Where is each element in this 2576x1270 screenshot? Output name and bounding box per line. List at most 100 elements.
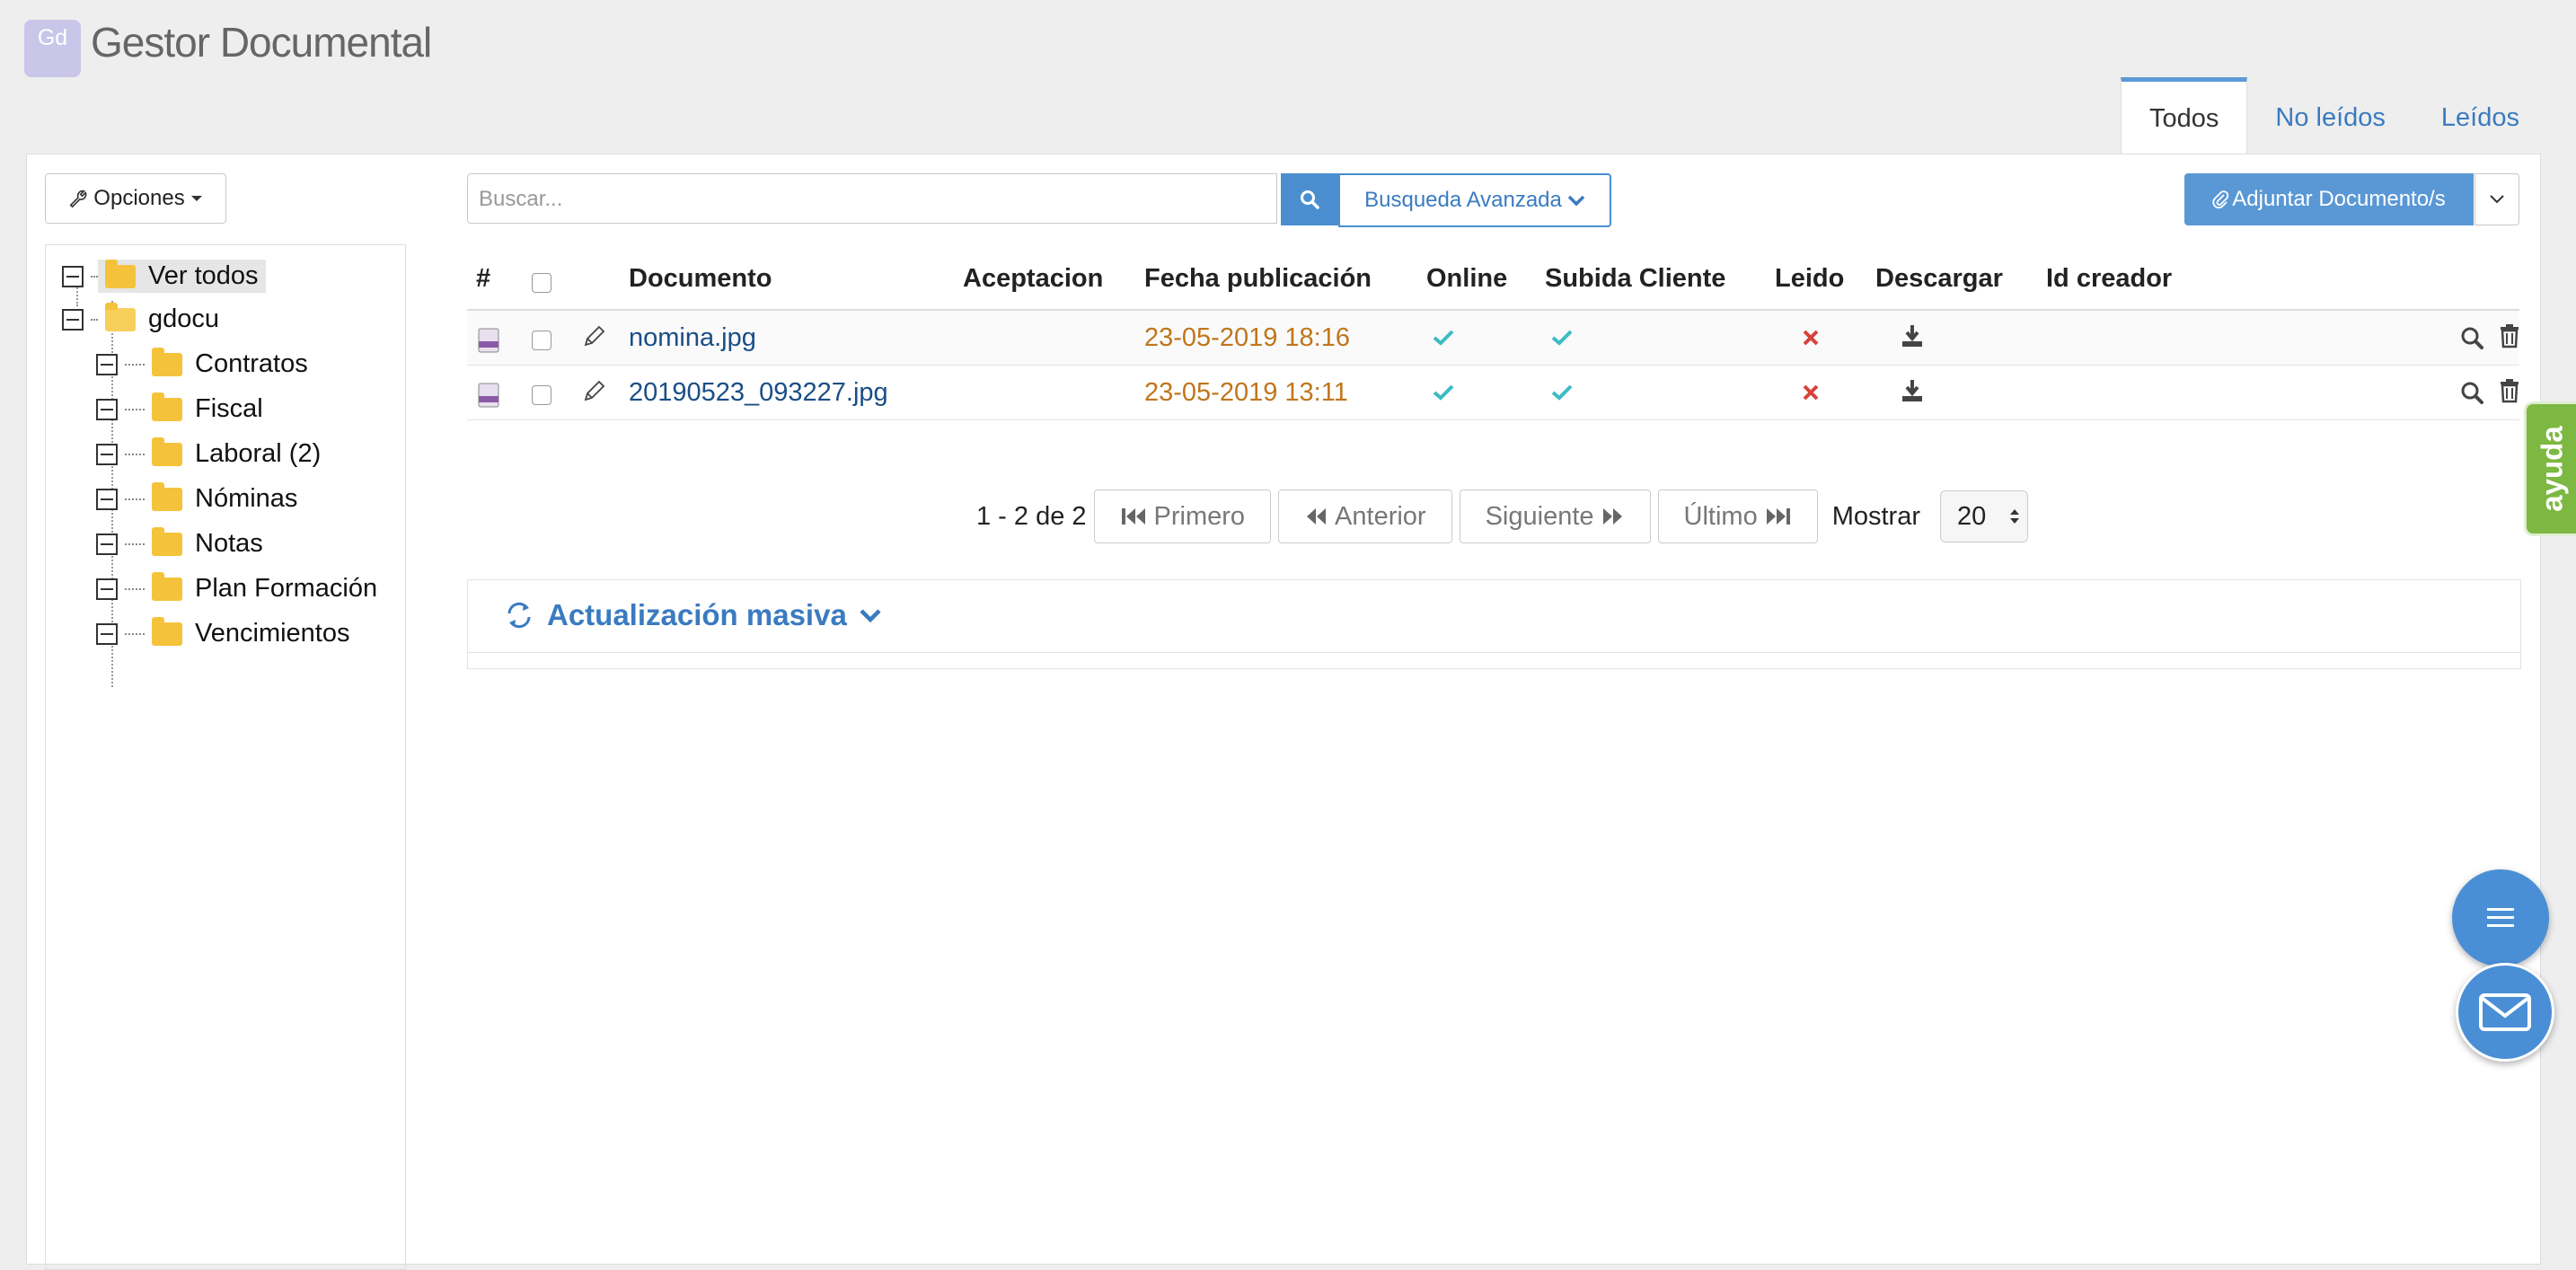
tree-dots [125, 632, 145, 635]
message-fab[interactable] [2456, 963, 2554, 1062]
tree-label: Notas [195, 529, 263, 558]
tab-leidos[interactable]: Leídos [2413, 77, 2547, 154]
edit-pencil-icon[interactable] [580, 378, 607, 405]
tree-item-nominas[interactable]: Nóminas [96, 481, 298, 514]
tree-item-vencimientos[interactable]: Vencimientos [96, 616, 350, 648]
tree-item-laboral[interactable]: Laboral (2) [96, 437, 321, 469]
attach-label: Adjuntar Documento/s [2232, 187, 2446, 211]
options-label: Opciones [93, 186, 185, 210]
advanced-search-button[interactable]: Busqueda Avanzada [1338, 173, 1611, 227]
image-file-icon [478, 328, 499, 353]
check-icon [1433, 384, 1454, 401]
search-icon[interactable] [2459, 325, 2484, 350]
image-file-icon [478, 383, 499, 408]
options-button[interactable]: Opciones [45, 173, 226, 224]
header-leido[interactable]: Leido [1775, 264, 1844, 294]
bulk-update-panel: Actualización masiva [467, 579, 2521, 669]
collapse-icon[interactable] [96, 353, 118, 375]
tree-item-fiscal[interactable]: Fiscal [96, 392, 263, 424]
table-row: 20190523_093227.jpg 23-05-2019 13:11 [467, 366, 2519, 420]
folder-icon [152, 571, 182, 601]
search-button[interactable] [1281, 173, 1338, 225]
help-tab-label: ayuda [2536, 426, 2569, 512]
cross-icon [1803, 384, 1819, 401]
backward-icon [1307, 508, 1327, 525]
header-fecha[interactable]: Fecha publicación [1144, 264, 1372, 294]
collapse-icon[interactable] [96, 443, 118, 465]
edit-pencil-icon[interactable] [580, 323, 607, 350]
header-online[interactable]: Online [1426, 264, 1507, 294]
attach-dropdown-button[interactable] [2475, 173, 2519, 225]
tree-item-notas[interactable]: Notas [96, 526, 263, 559]
bulk-update-toggle[interactable]: Actualización masiva [504, 598, 881, 632]
tabs: Todos No leídos Leídos [2121, 77, 2547, 154]
header-documento[interactable]: Documento [629, 264, 772, 294]
table-header: # Documento Aceptacion Fecha publicación… [467, 253, 2519, 311]
bulk-update-label: Actualización masiva [547, 598, 847, 631]
attach-documents-button[interactable]: Adjuntar Documento/s [2184, 173, 2474, 225]
collapse-icon[interactable] [62, 308, 84, 331]
download-icon[interactable] [1901, 323, 1924, 348]
next-page-label: Siguiente [1485, 501, 1594, 531]
header-descargar: Descargar [1875, 264, 2003, 293]
menu-fab[interactable] [2452, 869, 2549, 966]
tree-label: Contratos [195, 349, 308, 378]
header-aceptacion[interactable]: Aceptacion [963, 264, 1103, 294]
search-input[interactable]: Buscar... [467, 173, 1277, 224]
next-page-button[interactable]: Siguiente [1459, 489, 1651, 543]
paperclip-icon [2212, 190, 2229, 209]
select-all-checkbox[interactable] [532, 273, 551, 293]
document-link[interactable]: nomina.jpg [629, 323, 756, 353]
tree-item-contratos[interactable]: Contratos [96, 347, 308, 379]
search-icon[interactable] [2459, 380, 2484, 405]
previous-page-button[interactable]: Anterior [1278, 489, 1452, 543]
collapse-icon[interactable] [96, 398, 118, 420]
collapse-icon[interactable] [62, 265, 84, 287]
trash-icon[interactable] [2499, 323, 2520, 348]
collapse-icon[interactable] [96, 533, 118, 555]
collapse-icon[interactable] [96, 488, 118, 510]
tree-dots [125, 542, 145, 545]
publication-date: 23-05-2019 13:11 [1144, 378, 1348, 407]
refresh-icon [507, 602, 531, 629]
tree-dots [125, 453, 145, 455]
header-subida-cliente[interactable]: Subida Cliente [1545, 264, 1725, 294]
app-logo: Gd [24, 20, 81, 77]
advanced-search-label: Busqueda Avanzada [1364, 188, 1562, 212]
tree-item-plan-formacion[interactable]: Plan Formación [96, 571, 378, 604]
first-page-label: Primero [1153, 501, 1246, 531]
tree-item-selected: Ver todos [98, 259, 266, 293]
tree-item-gdocu[interactable]: gdocu [62, 302, 220, 334]
trash-icon[interactable] [2499, 378, 2520, 403]
cross-icon [1803, 330, 1819, 346]
folder-icon [152, 526, 182, 556]
row-checkbox[interactable] [532, 331, 551, 350]
first-page-button[interactable]: Primero [1093, 489, 1272, 543]
help-tab[interactable]: ayuda [2524, 401, 2576, 536]
tree-label: Nóminas [195, 484, 298, 513]
page-size-label: Mostrar [1831, 501, 1920, 531]
folder-icon [152, 616, 182, 646]
tree-item-ver-todos[interactable]: Ver todos [62, 259, 266, 293]
tab-todos[interactable]: Todos [2121, 77, 2248, 154]
page-size-value: 20 [1957, 501, 1987, 531]
download-icon[interactable] [1901, 378, 1924, 403]
page-size-select[interactable]: 20 [1940, 490, 2028, 542]
divider [468, 652, 2520, 653]
collapse-icon[interactable] [96, 622, 118, 645]
check-icon [1551, 330, 1573, 346]
tab-no-leidos[interactable]: No leídos [2247, 77, 2413, 154]
collapse-icon[interactable] [96, 578, 118, 600]
tree-label: gdocu [148, 304, 220, 333]
tree-label: Ver todos [148, 261, 259, 290]
envelope-icon [2479, 993, 2531, 1031]
caret-down-icon [190, 196, 202, 201]
tree-label: Plan Formación [195, 574, 378, 603]
publication-date: 23-05-2019 18:16 [1144, 323, 1350, 352]
select-arrows-icon [2010, 509, 2019, 524]
last-page-button[interactable]: Último [1657, 489, 1818, 543]
folder-icon [152, 347, 182, 376]
row-checkbox[interactable] [532, 385, 551, 405]
header-id-creador[interactable]: Id creador [2046, 264, 2172, 294]
document-link[interactable]: 20190523_093227.jpg [629, 378, 888, 408]
